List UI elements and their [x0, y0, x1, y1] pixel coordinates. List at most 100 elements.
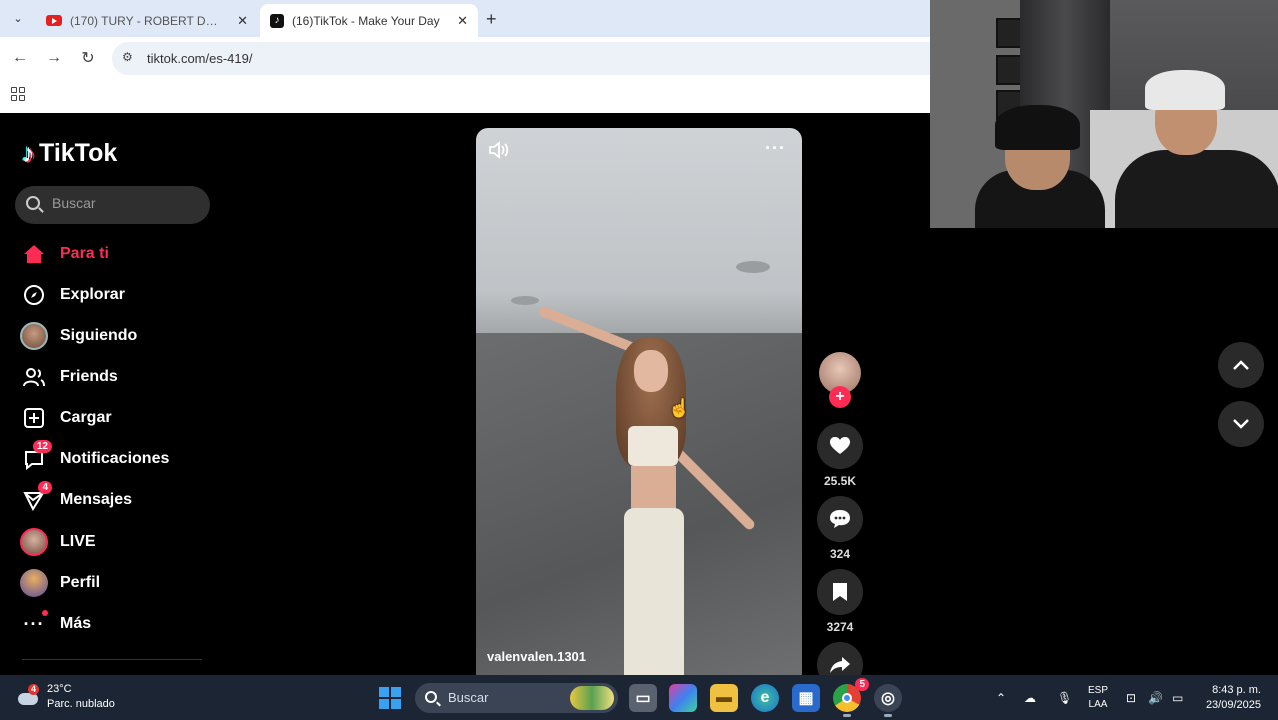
live-avatar-icon [18, 526, 50, 558]
nav-explorar[interactable]: Explorar [18, 278, 125, 312]
url-text: tiktok.com/es-419/ [147, 51, 253, 66]
comment-button[interactable] [817, 496, 863, 542]
home-icon [18, 238, 50, 270]
store-icon[interactable]: ▦ [792, 684, 820, 712]
next-video-button[interactable] [1218, 401, 1264, 447]
video-player[interactable]: ··· valenvalen.1301 [476, 128, 802, 675]
notification-badge: 12 [32, 440, 52, 453]
chevron-down-icon [1233, 419, 1249, 429]
send-icon: 4 [18, 481, 52, 516]
like-count: 25.5K [823, 474, 857, 488]
keyboard-layout: LAA [1088, 699, 1108, 710]
nav-label: Siguiendo [60, 327, 138, 344]
following-avatar-icon [18, 320, 50, 352]
tiktok-logo[interactable]: ♪ TikTok [22, 138, 117, 169]
nav-label: Mensajes [60, 491, 133, 508]
language-indicator[interactable]: ESP LAA [1085, 684, 1111, 712]
browser-tab-strip: ⌄ (170) TURY - ROBERT DE NIRO ✕ ♪ (16)Ti… [0, 0, 930, 37]
task-view-icon[interactable]: ▭ [629, 684, 657, 712]
tab-youtube[interactable]: (170) TURY - ROBERT DE NIRO ✕ [36, 4, 258, 37]
site-settings-icon[interactable]: ⚙ [122, 50, 133, 64]
network-icon[interactable]: ⊡ [1126, 675, 1136, 720]
ceiling-light [736, 261, 770, 273]
tiktok-sidebar: ♪ TikTok Para ti Explorar Siguiendo [0, 113, 230, 675]
weather-widget[interactable]: 4 23°C Parc. nublado [16, 682, 115, 712]
search-icon [26, 196, 40, 210]
save-button[interactable] [817, 569, 863, 615]
nav-perfil[interactable]: Perfil [18, 566, 100, 600]
microphone-icon[interactable]: 🎙 [1057, 675, 1072, 720]
nav-label: Perfil [60, 574, 101, 591]
video-subject [537, 305, 757, 675]
heart-icon [830, 437, 850, 454]
webcam-overlay [930, 0, 1278, 228]
tiktok-note-icon: ♪ [22, 138, 35, 168]
search-box [15, 186, 210, 224]
chevron-up-icon [1233, 360, 1249, 370]
clock-date: 23/09/2025 [1205, 699, 1261, 711]
taskbar-search-input[interactable] [448, 690, 568, 705]
close-tab-icon[interactable]: ✕ [237, 13, 248, 29]
bookmarks-bar [0, 80, 930, 113]
nav-notificaciones[interactable]: 12 Notificaciones [18, 440, 170, 476]
windows-start-icon[interactable] [379, 687, 401, 709]
file-explorer-icon[interactable]: ▬ [710, 684, 738, 712]
battery-icon[interactable]: ▭ [1172, 675, 1183, 720]
sidebar-divider [22, 659, 202, 660]
follow-button[interactable]: + [829, 386, 851, 408]
upload-icon [18, 402, 50, 434]
chrome-icon[interactable]: 5 [833, 678, 869, 717]
nav-para-ti[interactable]: Para ti [18, 237, 109, 271]
system-clock[interactable]: 8:43 p. m. 23/09/2025 [1195, 683, 1261, 713]
like-button[interactable] [817, 423, 863, 469]
forward-button[interactable]: → [43, 47, 65, 69]
nav-siguiendo[interactable]: Siguiendo [18, 319, 137, 353]
address-bar[interactable]: ⚙ tiktok.com/es-419/ [112, 42, 930, 75]
language-code: ESP [1087, 685, 1108, 696]
close-tab-icon[interactable]: ✕ [457, 13, 468, 29]
nav-mensajes[interactable]: 4 Mensajes [18, 481, 133, 517]
screen: ⌄ (170) TURY - ROBERT DE NIRO ✕ ♪ (16)Ti… [0, 0, 1278, 720]
chrome-badge: 5 [855, 678, 869, 691]
copilot-icon[interactable] [669, 684, 697, 712]
weather-badge: 4 [28, 684, 40, 695]
new-tab-button[interactable]: + [486, 9, 497, 30]
save-count: 3274 [826, 620, 854, 634]
search-highlight-icon [570, 686, 614, 710]
video-author[interactable]: valenvalen.1301 [487, 649, 586, 664]
search-input[interactable] [52, 195, 202, 211]
tab-tiktok[interactable]: ♪ (16)TikTok - Make Your Day ✕ [260, 4, 478, 37]
previous-video-button[interactable] [1218, 342, 1264, 388]
tiktok-icon: ♪ [270, 13, 284, 28]
more-dots-icon: ··· [18, 608, 50, 640]
nav-label: LIVE [60, 533, 96, 550]
apps-grid-icon[interactable] [11, 87, 25, 101]
tab-title: (170) TURY - ROBERT DE NIRO [70, 13, 220, 28]
onedrive-icon[interactable]: ☁ [1024, 675, 1036, 720]
video-more-icon[interactable]: ··· [765, 138, 786, 159]
comment-count: 324 [829, 547, 851, 561]
profile-avatar-icon [18, 567, 50, 599]
temperature: 23°C [47, 683, 72, 695]
show-hidden-icons-chevron-icon[interactable]: ⌃ [996, 675, 1006, 720]
cloud-sun-icon: 4 [16, 684, 40, 707]
edge-icon[interactable]: e [751, 684, 779, 712]
nav-label: Notificaciones [60, 450, 170, 467]
nav-cargar[interactable]: Cargar [18, 401, 112, 435]
nav-mas[interactable]: ··· Más [18, 607, 91, 641]
volume-icon[interactable] [488, 141, 510, 164]
compass-icon [18, 279, 50, 311]
back-button[interactable]: ← [9, 47, 31, 69]
search-icon [425, 691, 437, 703]
obs-icon[interactable]: ◎ [874, 684, 902, 717]
taskbar-search [415, 683, 618, 713]
more-dot-indicator [42, 610, 48, 616]
windows-taskbar: 4 23°C Parc. nublado ▭ ▬ e ▦ 5 ◎ ⌃ ☁ 🎙 E… [0, 675, 1278, 720]
nav-live[interactable]: LIVE [18, 525, 96, 559]
nav-friends[interactable]: Friends [18, 360, 118, 394]
clock-time: 8:43 p. m. [1212, 684, 1261, 696]
reload-button[interactable]: ↻ [77, 47, 99, 69]
message-badge: 4 [38, 481, 52, 494]
volume-tray-icon[interactable]: 🔊 [1148, 675, 1163, 720]
tab-search-chevron-icon[interactable]: ⌄ [8, 8, 28, 28]
